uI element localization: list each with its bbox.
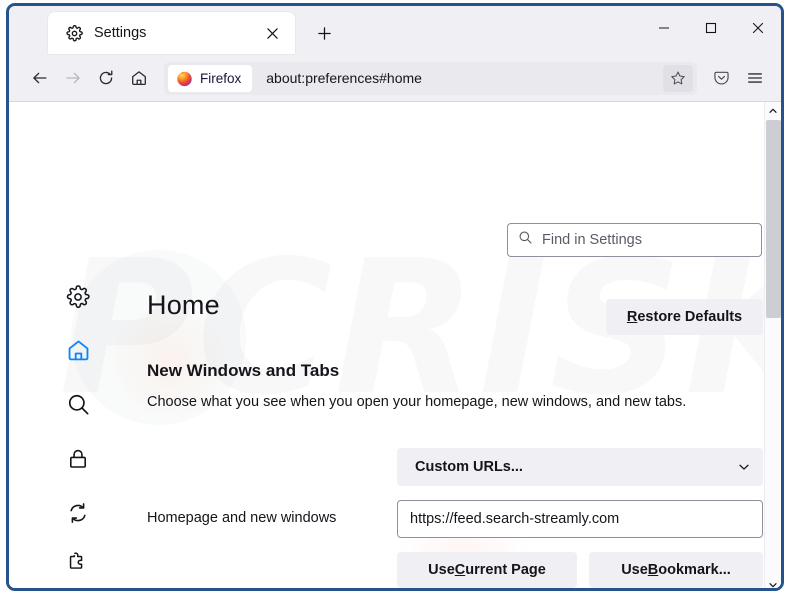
firefox-logo-icon [176, 70, 193, 87]
gear-icon [66, 284, 90, 314]
hamburger-menu-icon[interactable] [738, 62, 771, 94]
homepage-url-value: https://feed.search-streamly.com [410, 511, 620, 527]
window-controls [640, 6, 781, 50]
sidebar-item-extensions-themes[interactable] [9, 542, 127, 586]
tab-strip: Settings [9, 6, 781, 55]
forward-arrow-icon [56, 62, 89, 94]
settings-content: PCRISK Find in Settings Home R estore De… [9, 102, 781, 588]
sidebar-item-general[interactable] [9, 272, 127, 326]
maximize-icon[interactable] [687, 6, 734, 50]
chevron-down-icon [737, 460, 751, 474]
gear-icon [65, 24, 83, 42]
settings-sidebar [9, 272, 127, 588]
lock-icon [66, 447, 90, 476]
section-title: New Windows and Tabs [147, 361, 340, 380]
use-current-page-accel: C [454, 562, 466, 578]
minimize-icon[interactable] [640, 6, 687, 50]
browser-window: Settings Firefox about:preferences#home … [6, 3, 784, 591]
use-bookmark-rest: ookmark... [658, 562, 731, 578]
use-bookmark-prefix: Use [621, 562, 648, 578]
content-scrollbar[interactable] [764, 102, 781, 588]
star-icon[interactable] [663, 64, 693, 92]
close-icon[interactable] [261, 22, 283, 44]
new-tab-button[interactable] [309, 18, 339, 48]
search-input[interactable]: Find in Settings [507, 223, 762, 257]
back-arrow-icon[interactable] [23, 62, 56, 94]
search-icon [518, 230, 533, 250]
page-title: Home [147, 290, 220, 320]
puzzle-piece-icon [66, 551, 87, 577]
tab-settings[interactable]: Settings [48, 12, 295, 54]
restore-defaults-label: estore Defaults [637, 309, 743, 325]
homepage-mode-value: Custom URLs... [415, 459, 523, 475]
url-bar[interactable]: Firefox about:preferences#home [164, 61, 697, 95]
sync-icon [66, 501, 90, 530]
search-icon [66, 392, 91, 422]
use-current-page-prefix: Use [428, 562, 455, 578]
chevron-up-icon[interactable] [765, 102, 781, 119]
homepage-mode-dropdown[interactable]: Custom URLs... [397, 448, 763, 486]
identity-chip[interactable]: Firefox [168, 64, 253, 92]
search-placeholder: Find in Settings [542, 232, 642, 248]
section-description: Choose what you see when you open your h… [147, 394, 687, 410]
navigation-toolbar: Firefox about:preferences#home [9, 55, 781, 102]
use-current-page-rest: urrent Page [465, 562, 546, 578]
scrollbar-thumb[interactable] [766, 120, 781, 318]
restore-defaults-accel: R [626, 309, 638, 325]
home-icon [66, 338, 91, 368]
sidebar-item-search[interactable] [9, 380, 127, 434]
homepage-url-input[interactable]: https://feed.search-streamly.com [397, 500, 763, 538]
use-bookmark-accel: B [647, 562, 659, 578]
url-text[interactable]: about:preferences#home [266, 70, 663, 86]
use-current-page-button[interactable]: Use Current Page [397, 552, 577, 588]
chevron-down-icon[interactable] [765, 576, 781, 588]
reload-icon[interactable] [89, 62, 122, 94]
sidebar-item-privacy-security[interactable] [9, 434, 127, 488]
restore-defaults-button[interactable]: Restore Defaults [606, 299, 763, 335]
pocket-icon[interactable] [705, 62, 738, 94]
use-bookmark-button[interactable]: Use Bookmark... [589, 552, 763, 588]
homepage-label: Homepage and new windows [147, 510, 337, 526]
close-icon[interactable] [734, 6, 781, 50]
sidebar-item-home[interactable] [9, 326, 127, 380]
identity-label: Firefox [200, 70, 242, 86]
home-icon[interactable] [122, 62, 155, 94]
tab-title: Settings [94, 25, 147, 41]
sidebar-item-sync[interactable] [9, 488, 127, 542]
sidebar-item-firefox-support[interactable] [9, 586, 127, 588]
